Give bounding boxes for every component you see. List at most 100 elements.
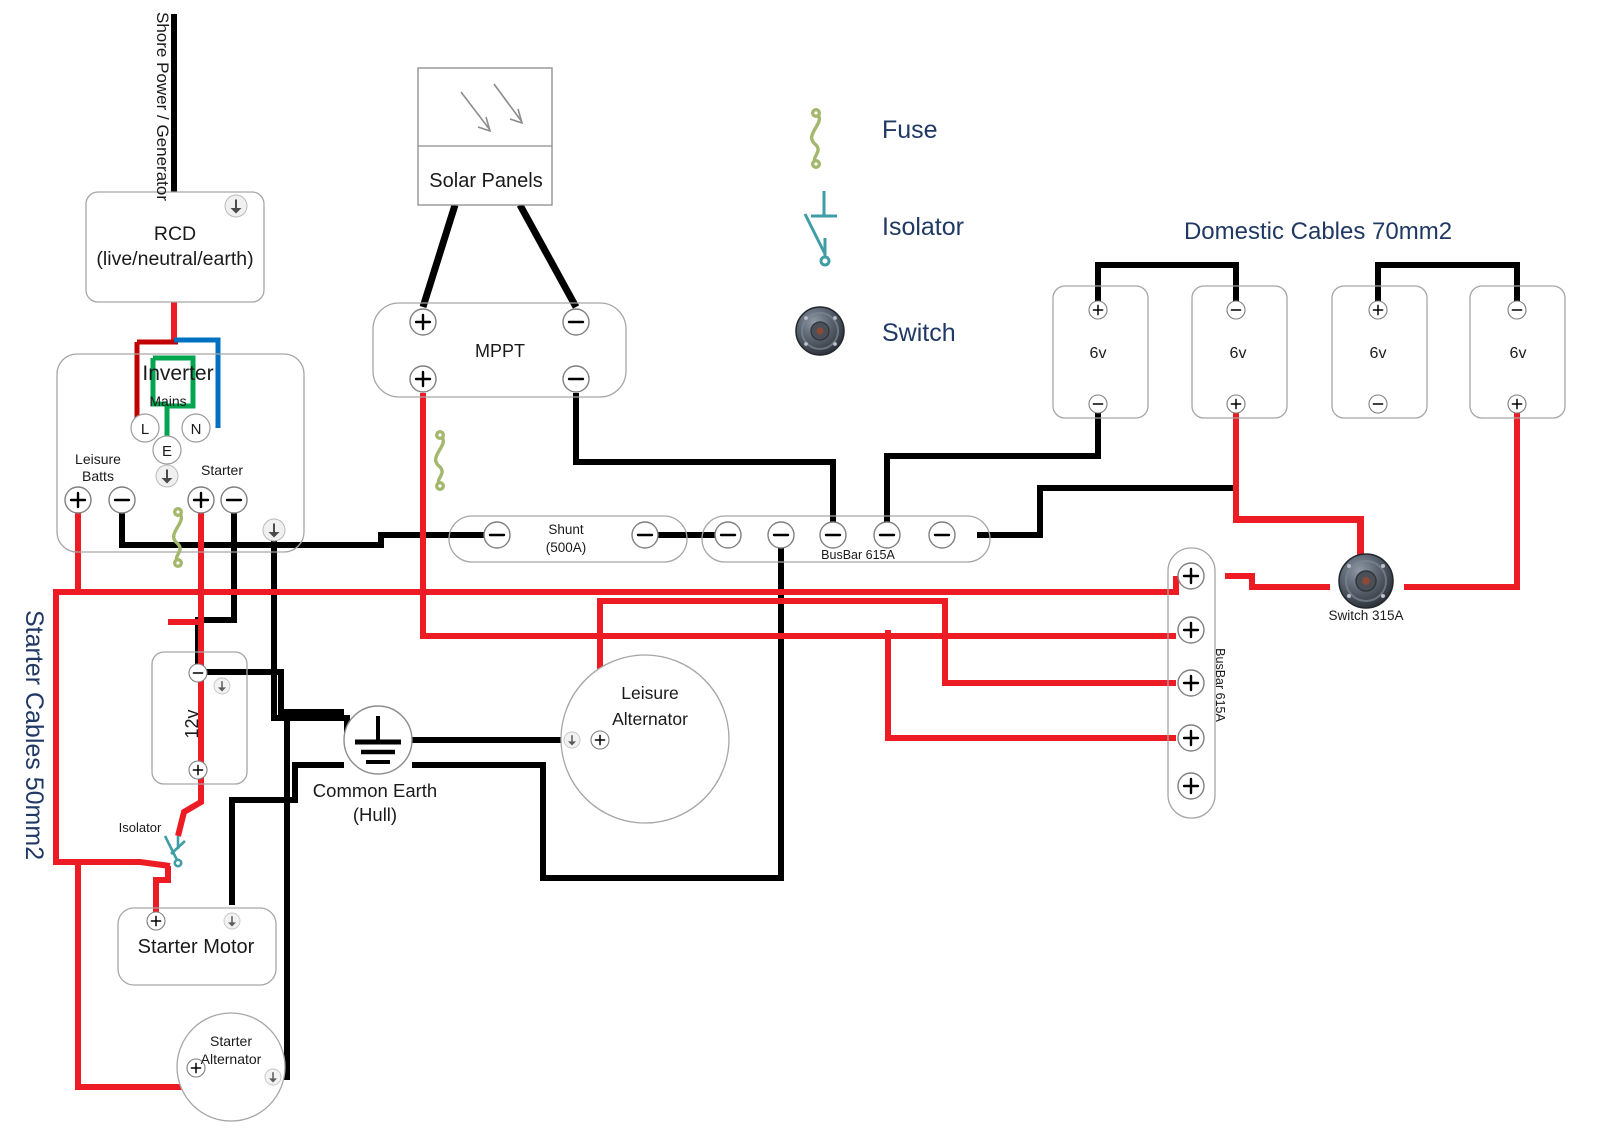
component-switch-315a[interactable]: Switch 315A xyxy=(1328,553,1404,623)
rcd-label-line2: (live/neutral/earth) xyxy=(96,248,253,270)
busbar-pos-terminal-4[interactable] xyxy=(1176,723,1206,753)
wire-busbar-to-batt1-neg xyxy=(884,410,1101,538)
wire-busbar-to-batt3-neg xyxy=(977,410,1239,538)
busbar-neg-terminal-2[interactable] xyxy=(766,520,796,550)
wire-batt2-plus-down xyxy=(1233,410,1363,560)
battery-12v-positive[interactable] xyxy=(188,760,208,780)
legend-fuse-icon xyxy=(810,107,822,169)
inverter-terminal-E-label: E xyxy=(162,443,172,460)
battery-1-bottom-terminal[interactable] xyxy=(1088,394,1108,414)
wire-starter-plus-short xyxy=(168,500,204,625)
isolator-inline-icon[interactable] xyxy=(163,835,186,868)
starter-alternator-label-line2: Alternator xyxy=(201,1051,262,1067)
legend: Fuse Isolator Switch xyxy=(795,107,964,356)
inverter-title: Inverter xyxy=(142,362,213,385)
rcd-label-line1: RCD xyxy=(154,223,196,245)
mppt-label: MPPT xyxy=(475,341,525,361)
battery-2[interactable]: 6v xyxy=(1191,285,1288,419)
battery-4-voltage: 6v xyxy=(1510,345,1527,362)
wire-starter-alt-earth xyxy=(273,720,290,1080)
battery-1[interactable]: 6v xyxy=(1052,285,1149,419)
busbar-pos-terminal-3[interactable] xyxy=(1176,668,1206,698)
battery-2-top-terminal[interactable] xyxy=(1226,300,1246,320)
starter-motor-positive[interactable] xyxy=(146,911,166,931)
starter-alternator-label-line1: Starter xyxy=(210,1033,252,1049)
wire-isolator-to-starter-motor xyxy=(153,863,171,912)
wire-red-left-to-isolator xyxy=(78,859,171,869)
component-solar-panels[interactable]: Solar Panels xyxy=(417,67,553,206)
battery-2-voltage: 6v xyxy=(1230,345,1247,362)
wire-leisure-plus-to-busbar xyxy=(78,576,1179,595)
wiring-diagram-canvas: RCD (live/neutral/earth) Inverter Mains … xyxy=(0,0,1600,1148)
leisure-alternator-label-line1: Leisure xyxy=(621,683,678,703)
battery-12v-label: 12v xyxy=(182,709,202,738)
busbar-pos-terminal-2[interactable] xyxy=(1176,615,1206,645)
wire-batt3-batt4-series xyxy=(1375,262,1520,310)
battery-4-bottom-terminal[interactable] xyxy=(1507,394,1527,414)
battery-12v-negative[interactable] xyxy=(188,663,208,683)
wire-solar-to-mppt-minus xyxy=(516,203,580,309)
switch-315a-label: Switch 315A xyxy=(1328,608,1403,623)
battery-3-voltage: 6v xyxy=(1370,345,1387,362)
legend-isolator-icon xyxy=(803,191,837,267)
wire-busbar-to-switch xyxy=(1225,573,1330,590)
leisure-alternator-earth-icon xyxy=(563,731,581,749)
fuse-icon-inverter xyxy=(172,507,183,569)
component-busbar-negative[interactable]: BusBar 615A xyxy=(701,515,991,563)
inverter-terminal-L-label: L xyxy=(141,421,149,438)
starter-motor-label: Starter Motor xyxy=(138,936,255,958)
component-starter-motor[interactable]: Starter Motor xyxy=(117,907,277,986)
mppt-battery-negative[interactable] xyxy=(561,364,591,394)
busbar-pos-terminal-5[interactable] xyxy=(1176,771,1206,801)
leisure-alternator-label-line2: Alternator xyxy=(612,709,688,729)
inverter-leisure-negative[interactable] xyxy=(107,485,137,515)
starter-cables-annotation: Starter Cables 50mm2 xyxy=(20,610,48,860)
battery-4[interactable]: 6v xyxy=(1469,285,1566,419)
battery-2-bottom-terminal[interactable] xyxy=(1226,394,1246,414)
negative-wires xyxy=(119,14,1520,1080)
inverter-starter-label: Starter xyxy=(201,462,243,478)
wire-solar-to-mppt-plus xyxy=(419,203,459,309)
battery-3[interactable]: 6v xyxy=(1331,285,1428,419)
busbar-neg-terminal-3[interactable] xyxy=(818,520,848,550)
component-inverter[interactable]: Inverter Mains L N E Leisure Batts Start… xyxy=(56,353,305,569)
busbar-neg-terminal-5[interactable] xyxy=(927,520,957,550)
shunt-terminal-left[interactable] xyxy=(482,520,512,550)
battery-3-bottom-terminal[interactable] xyxy=(1368,394,1388,414)
busbar-neg-terminal-4[interactable] xyxy=(872,520,902,550)
common-earth-label-line2: (Hull) xyxy=(353,804,397,825)
mppt-battery-positive[interactable] xyxy=(408,364,438,394)
battery-1-top-terminal[interactable] xyxy=(1088,300,1108,320)
mppt-panel-negative[interactable] xyxy=(561,307,591,337)
wire-batt2-plus-to-switch xyxy=(1233,410,1364,562)
domestic-cables-label: Domestic Cables 70mm2 xyxy=(1184,218,1452,245)
battery-12v-earth-icon xyxy=(213,677,231,695)
inverter-starter-positive[interactable] xyxy=(186,485,216,515)
mppt-panel-positive[interactable] xyxy=(408,307,438,337)
component-rcd[interactable]: RCD (live/neutral/earth) xyxy=(85,191,265,303)
legend-fuse-label: Fuse xyxy=(882,116,938,144)
component-mppt[interactable]: MPPT xyxy=(372,302,627,398)
inverter-starter-negative[interactable] xyxy=(219,485,249,515)
inverter-subtitle: Mains xyxy=(149,393,186,409)
leisure-alternator-positive[interactable] xyxy=(590,730,610,750)
shunt-terminal-right[interactable] xyxy=(630,520,660,550)
common-earth-label-line1: Common Earth xyxy=(313,780,437,801)
busbar-neg-terminal-1[interactable] xyxy=(713,520,743,550)
shunt-label-line2: (500A) xyxy=(546,540,587,555)
shunt-label-line1: Shunt xyxy=(548,522,584,537)
legend-switch-icon xyxy=(795,306,845,356)
wire-switch-to-batt4-plus xyxy=(1404,410,1520,590)
busbar-positive-label: BusBar 615A xyxy=(1213,648,1227,722)
isolator-inline-label: Isolator xyxy=(119,820,162,835)
shore-power-annotation: Shore Power / Generator xyxy=(153,12,172,201)
inverter-leisure-positive[interactable] xyxy=(63,485,93,515)
component-starter-alternator[interactable]: Starter Alternator xyxy=(176,1012,286,1122)
component-leisure-alternator[interactable]: Leisure Alternator xyxy=(560,654,730,824)
busbar-pos-terminal-1[interactable] xyxy=(1176,561,1206,591)
battery-3-top-terminal[interactable] xyxy=(1368,300,1388,320)
component-shunt[interactable]: Shunt (500A) xyxy=(448,515,688,563)
starter-alternator-earth-icon xyxy=(264,1068,282,1086)
battery-4-top-terminal[interactable] xyxy=(1507,300,1527,320)
busbar-negative-label: BusBar 615A xyxy=(821,548,895,562)
